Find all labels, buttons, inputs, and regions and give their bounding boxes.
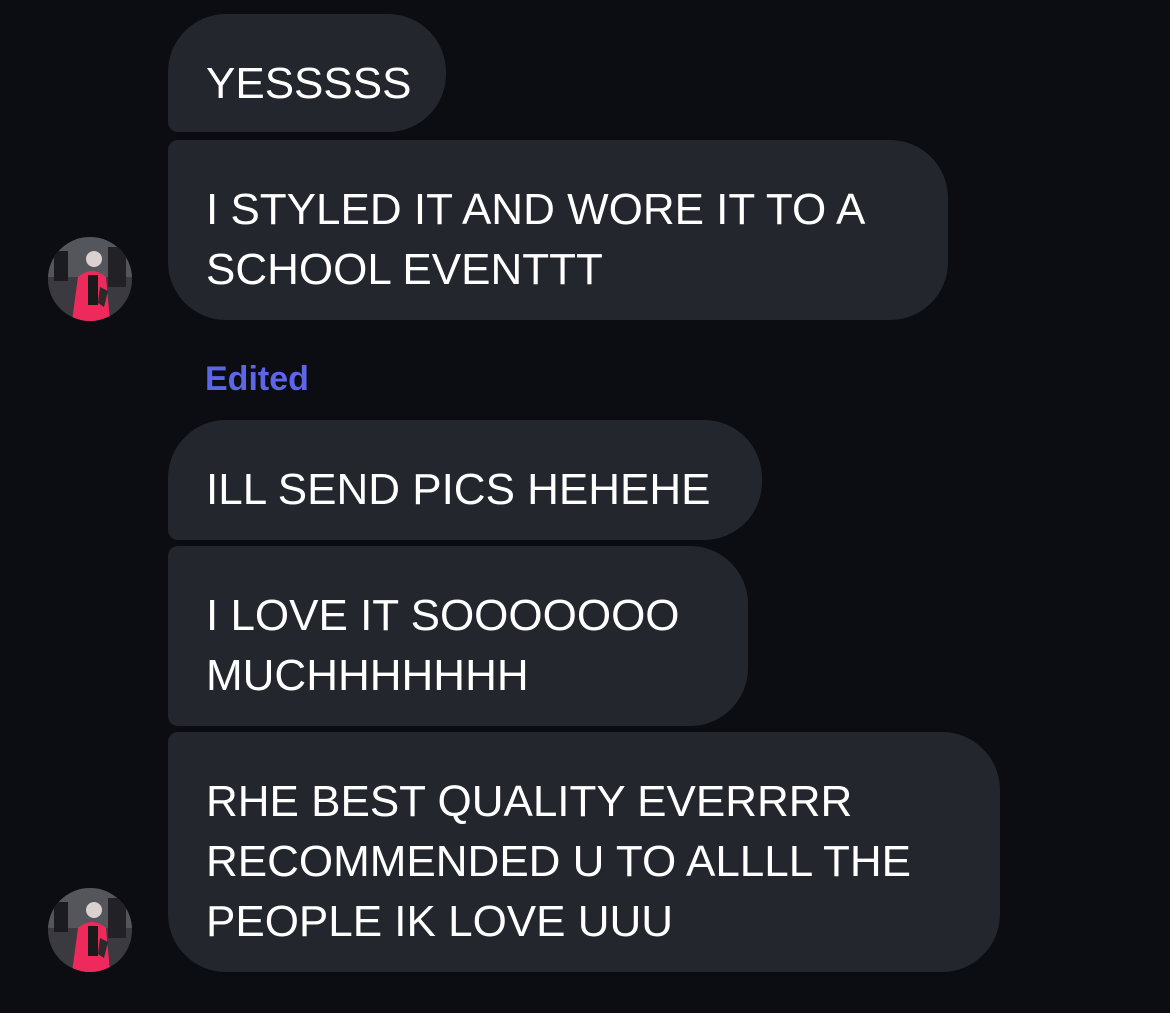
avatar[interactable] bbox=[48, 237, 132, 321]
message-text: I LOVE IT SOOOOOOO bbox=[206, 591, 680, 640]
message-text: PEOPLE IK LOVE UUU bbox=[206, 897, 674, 946]
message-text: MUCHHHHHHH bbox=[206, 651, 529, 700]
message-bubble[interactable]: I LOVE IT SOOOOOOO MUCHHHHHHH bbox=[168, 546, 748, 726]
message-bubble[interactable]: ILL SEND PICS HEHEHE bbox=[168, 420, 762, 540]
message-bubble[interactable]: RHE BEST QUALITY EVERRRR RECOMMENDED U T… bbox=[168, 732, 1000, 972]
message-text: RHE BEST QUALITY EVERRRR bbox=[206, 777, 853, 826]
message-bubble[interactable]: YESSSSS bbox=[168, 14, 446, 132]
message-text: SCHOOL EVENTTT bbox=[206, 245, 603, 294]
message-bubble[interactable]: I STYLED IT AND WORE IT TO A SCHOOL EVEN… bbox=[168, 140, 948, 320]
message-text: RECOMMENDED U TO ALLLL THE bbox=[206, 837, 912, 886]
message-text: ILL SEND PICS HEHEHE bbox=[206, 465, 711, 514]
message-text: YESSSSS bbox=[206, 59, 412, 108]
edited-label: Edited bbox=[205, 360, 309, 398]
message-text: I STYLED IT AND WORE IT TO A bbox=[206, 185, 866, 234]
avatar[interactable] bbox=[48, 888, 132, 972]
